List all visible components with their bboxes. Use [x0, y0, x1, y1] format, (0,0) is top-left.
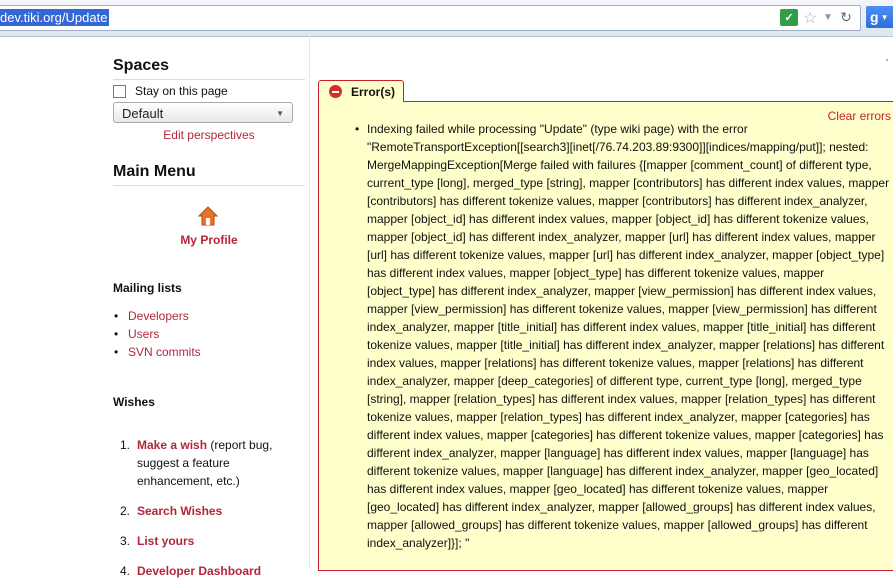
search-engine-button[interactable]: g ▼ [866, 6, 893, 28]
search-wishes-link[interactable]: Search Wishes [137, 504, 222, 518]
perspective-value: Default [122, 106, 164, 121]
edit-perspectives-link[interactable]: Edit perspectives [113, 128, 305, 142]
make-a-wish-link[interactable]: Make a wish [137, 438, 207, 452]
wishes-list: 1. Make a wish (report bug, suggest a fe… [113, 436, 305, 580]
chevron-down-icon[interactable]: ▼ [822, 9, 834, 26]
error-message: Indexing failed while processing "Update… [355, 120, 892, 552]
wish-item: 1. Make a wish (report bug, suggest a fe… [113, 436, 305, 490]
error-panel: Clear errors Indexing failed while proce… [318, 101, 893, 571]
wish-number: 3. [120, 534, 131, 548]
reload-icon[interactable]: ↻ [838, 9, 854, 26]
error-tab[interactable]: Error(s) [318, 80, 404, 102]
dropdown-arrow-icon: ▼ [880, 12, 889, 22]
mailing-list-users[interactable]: Users [113, 327, 201, 345]
wish-item: 3. List yours [113, 532, 305, 550]
spaces-title: Spaces [113, 57, 305, 80]
url-text[interactable]: dev.tiki.org/Update [0, 9, 110, 26]
mailing-list-developers[interactable]: Developers [113, 309, 201, 327]
wish-number: 2. [120, 504, 131, 518]
mailing-lists-title: Mailing lists [113, 281, 182, 295]
perspective-select[interactable]: Default ▼ [113, 102, 293, 123]
google-icon: g [870, 9, 879, 25]
mailing-lists: Developers Users SVN commits [113, 309, 201, 363]
stop-icon [329, 85, 342, 98]
browser-toolbar: dev.tiki.org/Update ✓ ☆ ▼ ↻ g ▼ [0, 0, 893, 37]
address-bar[interactable]: dev.tiki.org/Update ✓ ☆ ▼ ↻ [0, 5, 861, 31]
wish-item: 2. Search Wishes [113, 502, 305, 520]
home-icon[interactable] [198, 206, 218, 226]
sidebar-divider [309, 36, 310, 567]
select-arrow-icon: ▼ [276, 109, 284, 118]
bookmark-star-icon[interactable]: ☆ [802, 9, 818, 27]
stay-on-page-label: Stay on this page [135, 84, 228, 98]
wish-number: 4. [120, 564, 131, 578]
overflow-dot: · [885, 52, 889, 66]
wishes-title: Wishes [113, 395, 155, 409]
stay-on-page-option[interactable]: Stay on this page [113, 84, 228, 98]
main-menu-title: Main Menu [113, 163, 305, 186]
list-yours-link[interactable]: List yours [137, 534, 194, 548]
developer-dashboard-link[interactable]: Developer Dashboard [137, 564, 261, 578]
error-list: Indexing failed while processing "Update… [355, 120, 892, 552]
stay-on-page-checkbox[interactable] [113, 84, 126, 98]
wish-number: 1. [120, 438, 131, 452]
error-tab-label: Error(s) [351, 84, 396, 99]
mailing-list-svn-commits[interactable]: SVN commits [113, 345, 201, 363]
wish-item: 4. Developer Dashboard [113, 562, 305, 580]
my-profile-link[interactable]: My Profile [113, 233, 305, 247]
extension-icon[interactable]: ✓ [780, 9, 798, 26]
